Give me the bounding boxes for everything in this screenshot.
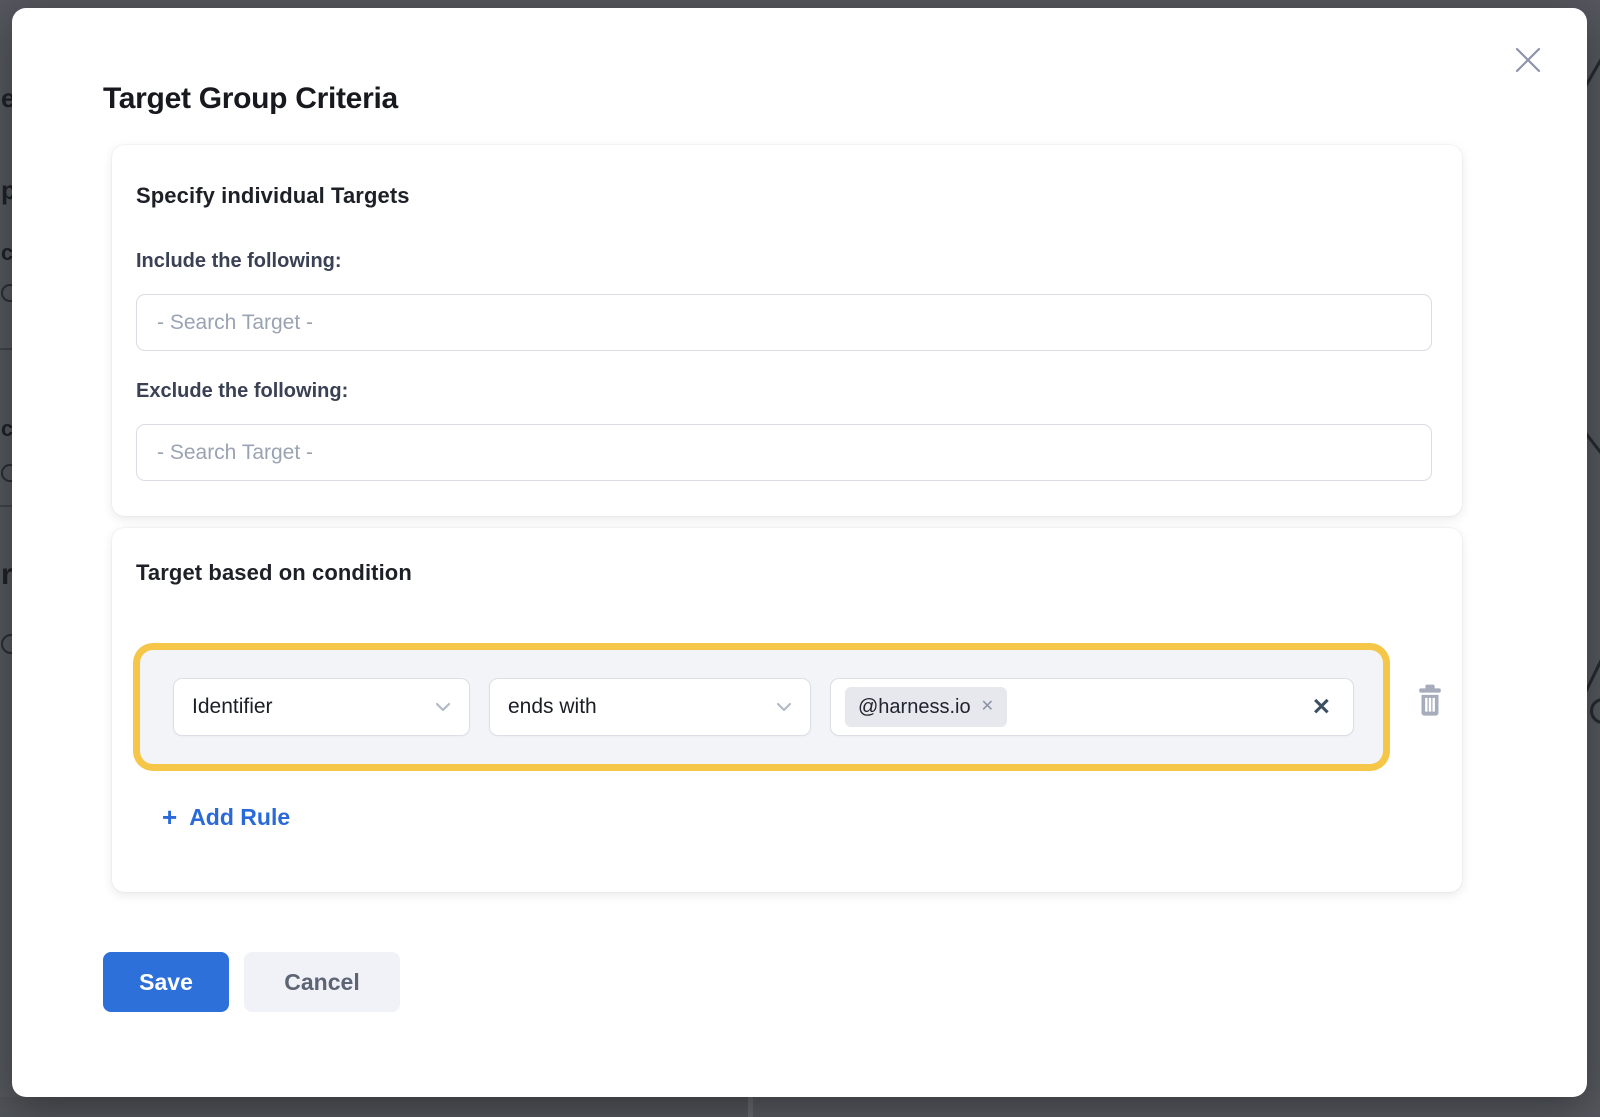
value-chip-text: @harness.io [858,696,971,719]
background-circle-icon [1590,698,1600,724]
background-divider [748,1097,753,1117]
background-text-fragment: cl [1,416,12,442]
section-heading: Target based on condition [136,560,412,586]
save-button[interactable]: Save [103,952,229,1012]
dimmed-background-bottom [0,1097,1600,1117]
trash-icon [1415,683,1445,717]
exclude-label: Exclude the following: [136,380,348,403]
chip-remove-icon[interactable]: ✕ [981,699,994,715]
operator-dropdown[interactable]: ends with [489,678,811,736]
background-circle-icon [1,634,12,654]
individual-targets-card: Specify individual Targets Include the f… [112,145,1462,516]
condition-card: Target based on condition Identifier end… [112,528,1462,892]
target-group-criteria-dialog: Target Group Criteria Specify individual… [12,8,1587,1097]
background-circle-icon [1,464,12,482]
section-heading: Specify individual Targets [136,183,410,209]
exclude-target-search-input[interactable] [136,424,1432,481]
chevron-down-icon [776,702,792,712]
background-divider [0,348,12,350]
values-tag-input[interactable]: @harness.io ✕ ✕ [830,678,1354,736]
add-rule-button[interactable]: + Add Rule [162,804,290,831]
include-target-search-input[interactable] [136,294,1432,351]
value-chip: @harness.io ✕ [845,687,1007,727]
background-line [1587,406,1600,477]
background-text-fragment: er [1,83,12,114]
background-divider [0,505,12,507]
cancel-button[interactable]: Cancel [244,952,400,1012]
include-label: Include the following: [136,250,342,273]
chevron-down-icon [435,702,451,712]
add-rule-label: Add Rule [189,804,290,831]
screen: er pe cl cl r Target Group Criteria Spec… [0,0,1600,1117]
attribute-dropdown[interactable]: Identifier [173,678,470,736]
background-circle-icon [1,284,12,302]
background-text-fragment: r [1,558,12,592]
background-text-fragment: cl [1,240,12,266]
condition-rule-row-highlighted: Identifier ends with @harness.io [133,643,1390,771]
attribute-dropdown-value: Identifier [192,695,273,719]
operator-dropdown-value: ends with [508,695,597,719]
dimmed-background-left: er pe cl cl r [0,0,12,1097]
background-text-fragment: pe [1,175,12,206]
condition-rule-row-panel: Identifier ends with @harness.io [140,650,1383,764]
background-panel [0,1097,748,1117]
clear-values-button[interactable]: ✕ [1312,696,1331,719]
background-line [1587,53,1600,100]
dimmed-background-right [1587,0,1600,1097]
close-button[interactable] [1504,36,1552,84]
close-icon [1513,45,1543,75]
plus-icon: + [162,804,177,830]
delete-rule-button[interactable] [1412,680,1448,720]
dialog-title: Target Group Criteria [103,82,398,116]
